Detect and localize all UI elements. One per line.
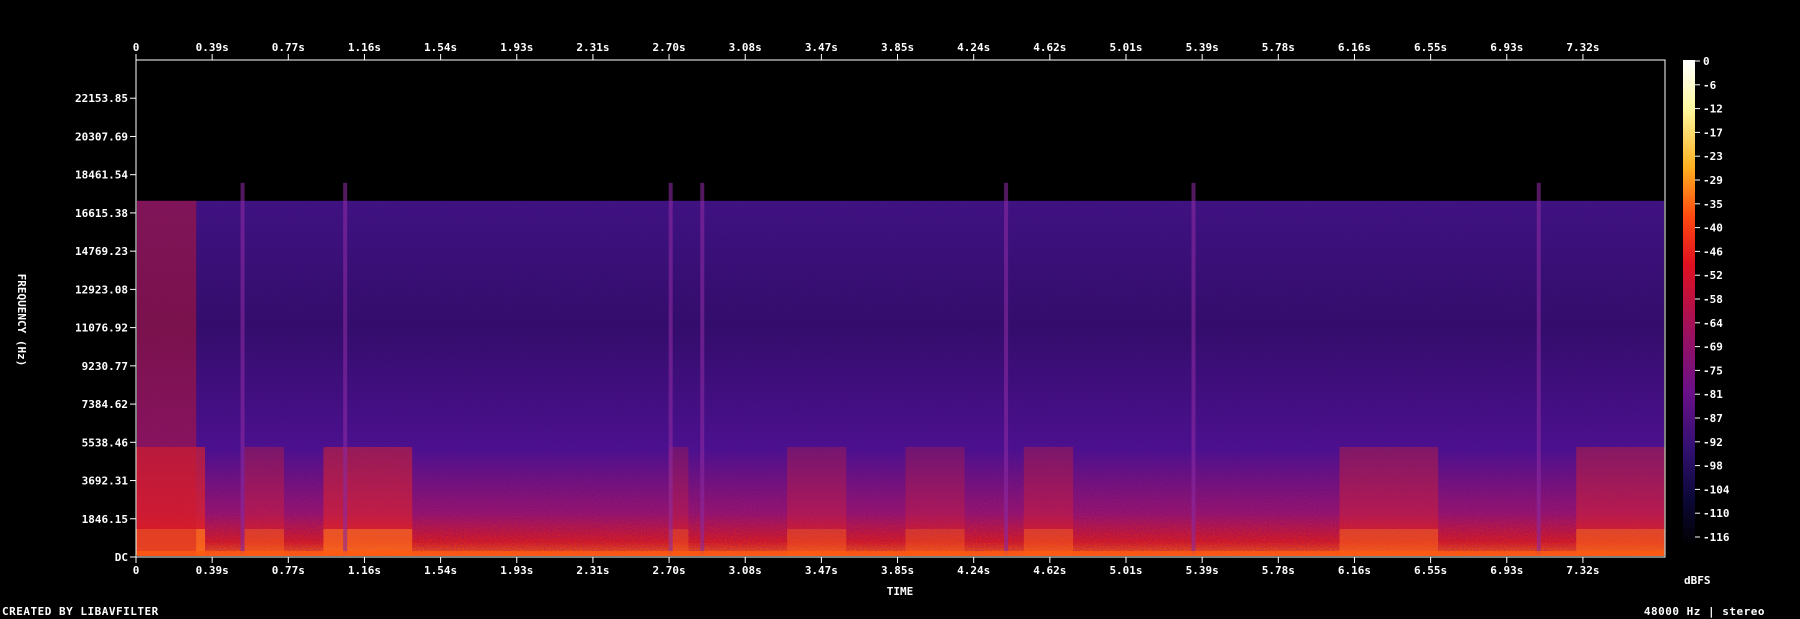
x-tick-top-label: 6.16s [1338,41,1371,54]
colorbar-tick-label: -87 [1703,412,1723,425]
colorbar-tick-label: -23 [1703,150,1723,163]
colorbar-tick-label: -12 [1703,103,1723,116]
x-tick-bottom-label: 1.54s [424,564,457,577]
x-tick-bottom-label: 5.01s [1109,564,1142,577]
y-tick-label: 11076.92 [75,322,128,335]
transient-line [668,182,673,556]
x-tick-top-label: 3.47s [805,41,838,54]
x-tick-bottom-label: 3.08s [729,564,762,577]
x-tick-bottom-label: 5.78s [1262,564,1295,577]
x-tick-bottom-label: 0.77s [272,564,305,577]
x-tick-top-label: 2.31s [576,41,609,54]
y-tick-label: 20307.69 [75,130,128,143]
x-tick-bottom-label: 2.31s [576,564,609,577]
x-tick-bottom-label: 5.39s [1186,564,1219,577]
y-tick-label: 5538.46 [82,436,129,449]
x-tick-bottom-label: 1.93s [500,564,533,577]
transient-line [1536,182,1541,556]
colorbar-tick-label: -46 [1703,245,1723,258]
x-tick-top-label: 0.77s [272,41,305,54]
colorbar-tick-label: -40 [1703,222,1723,235]
transient-line [240,182,245,556]
x-tick-bottom-label: 1.16s [348,564,381,577]
x-axis-top: 0 0.39s 0.77s 1.16s 1.54s 1.93s 2.31s 2.70s 3.08… [133,41,1599,60]
x-tick-top-label: 2.70s [653,41,686,54]
x-tick-top-label: 1.93s [500,41,533,54]
colorbar-tick-label: -58 [1703,293,1723,306]
y-tick-label: DC [115,551,128,564]
footer-credit: CREATED BY LIBAVFILTER [2,605,159,618]
y-axis-label: FREQUENCY (Hz) [15,274,28,367]
y-tick-label: 7384.62 [82,398,128,411]
x-tick-top-label: 6.55s [1414,41,1447,54]
y-tick-label: 9230.77 [82,360,128,373]
x-tick-bottom-label: 0.39s [196,564,229,577]
colorbar-tick-label: -17 [1703,126,1723,139]
colorbar-tick-label: -64 [1703,317,1723,330]
onset-energy [137,200,197,557]
x-tick-bottom-label: 0 [133,564,140,577]
footer-format: 48000 Hz | stereo [1643,605,1765,618]
x-tick-bottom-label: 4.24s [957,564,990,577]
x-tick-top-label: 5.78s [1262,41,1295,54]
colorbar-tick-label: -75 [1703,364,1723,377]
x-tick-top-label: 6.93s [1490,41,1523,54]
transient-line [343,182,348,556]
x-tick-top-label: 4.62s [1033,41,1066,54]
spectrogram-plot [135,59,1666,558]
transient-line [1191,182,1196,556]
y-tick-label: 22153.85 [75,92,128,105]
transient-line [700,182,705,556]
x-axis-bottom: 0 0.39s 0.77s 1.16s 1.54s 1.93s 2.31s 2.70s 3.08… [133,557,1599,577]
x-tick-bottom-label: 2.70s [653,564,686,577]
x-tick-top-label: 0 [133,41,140,54]
colorbar-unit-label: dBFS [1684,574,1711,587]
x-tick-bottom-label: 3.85s [881,564,914,577]
colorbar-tick-label: -98 [1703,460,1723,473]
y-tick-label: 3692.31 [82,475,129,488]
y-tick-label: 16615.38 [75,207,128,220]
x-tick-top-label: 5.01s [1109,41,1142,54]
transient-line [1004,182,1009,556]
colorbar-tick-label: -81 [1703,388,1723,401]
colorbar-tick-label: -29 [1703,174,1723,187]
spectrogram-image [136,182,1665,557]
colorbar-tick-label: -69 [1703,341,1723,354]
colorbar-tick-label: -104 [1703,483,1730,496]
colorbar-tick-label: -110 [1703,507,1730,520]
spectrogram-chart: 0 0.39s 0.77s 1.16s 1.54s 1.93s 2.31s 2.70s 3.08… [15,41,1730,598]
x-tick-top-label: 3.85s [881,41,914,54]
x-axis-label: TIME [887,585,914,598]
x-tick-top-label: 4.24s [957,41,990,54]
x-tick-bottom-label: 3.47s [805,564,838,577]
colorbar-tick-label: -116 [1703,531,1730,544]
colorbar-tick-label: -52 [1703,269,1723,282]
x-tick-bottom-label: 7.32s [1566,564,1599,577]
colorbar: 0 -6 -12 -17 -23 -29 -35 -40 -46 -52 -58 -64 -69 -75 -… [1683,55,1730,587]
x-tick-bottom-label: 6.16s [1338,564,1371,577]
colorbar-tick-label: -35 [1703,198,1723,211]
y-tick-label: 12923.08 [75,283,128,296]
colorbar-tick-label: 0 [1703,55,1710,68]
colorbar-gradient [1683,60,1695,547]
x-tick-bottom-label: 6.93s [1490,564,1523,577]
colorbar-tick-label: -6 [1703,79,1717,92]
x-tick-bottom-label: 6.55s [1414,564,1447,577]
x-tick-top-label: 1.54s [424,41,457,54]
x-tick-top-label: 7.32s [1566,41,1599,54]
y-axis: DC 1846.15 3692.31 5538.46 7384.62 9230.77 110… [75,92,136,564]
y-tick-label: 14769.23 [75,245,128,258]
dc-band [137,551,1664,556]
y-tick-label: 18461.54 [75,169,128,182]
x-tick-top-label: 0.39s [196,41,229,54]
x-tick-top-label: 5.39s [1186,41,1219,54]
y-tick-label: 1846.15 [82,513,128,526]
x-tick-top-label: 1.16s [348,41,381,54]
colorbar-tick-label: -92 [1703,436,1723,449]
x-tick-top-label: 3.08s [729,41,762,54]
x-tick-bottom-label: 4.62s [1033,564,1066,577]
